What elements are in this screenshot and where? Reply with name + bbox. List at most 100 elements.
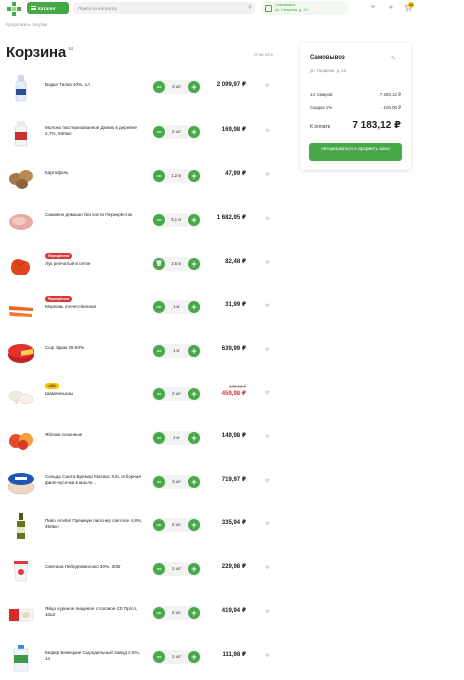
- user-icon[interactable]: ●: [387, 4, 395, 12]
- decrease-button[interactable]: −: [153, 126, 165, 138]
- product-name[interactable]: Молоко пастеризованное Домик в деревне 2…: [45, 125, 145, 137]
- quantity-value[interactable]: 2 шт: [165, 562, 188, 576]
- quantity-value[interactable]: 1,2 кг: [165, 169, 188, 183]
- heart-icon[interactable]: ♥: [265, 652, 270, 660]
- catalog-label: Каталог: [38, 5, 56, 11]
- product-name[interactable]: Водка Талка 40%, 1л: [45, 82, 145, 88]
- discount-tag: -10%: [45, 383, 59, 389]
- quantity-value[interactable]: 2,5 кг: [165, 257, 188, 271]
- decrease-button[interactable]: −: [153, 519, 165, 531]
- product-image[interactable]: [6, 206, 36, 236]
- heart-icon[interactable]: ♥: [265, 389, 270, 397]
- heart-icon[interactable]: ♥: [265, 215, 270, 223]
- decrease-button[interactable]: −: [153, 651, 165, 663]
- decrease-button[interactable]: −: [153, 607, 165, 619]
- product-image[interactable]: [6, 337, 36, 367]
- heart-icon[interactable]: ♥: [265, 433, 270, 441]
- breadcrumb[interactable]: продолжить покупки: [6, 22, 47, 27]
- quantity-value[interactable]: 6 шт: [165, 518, 188, 532]
- product-image[interactable]: [6, 511, 36, 541]
- promo-tag: Перекрёсток: [45, 253, 73, 259]
- decrease-button[interactable]: −: [153, 81, 165, 93]
- quantity-value[interactable]: 3 шт: [165, 80, 188, 94]
- item-price: 229,98 ₽: [221, 564, 246, 570]
- product-name[interactable]: Лук репчатый в сетке: [45, 261, 145, 267]
- product-name[interactable]: Сельдь Санта Бремор Матиас XXL отборная …: [45, 474, 145, 486]
- search-input[interactable]: Поиск по каталогу ⚲: [73, 2, 255, 14]
- product-image[interactable]: [6, 424, 36, 454]
- item-price: 419,94 ₽: [221, 608, 246, 614]
- product-image[interactable]: [6, 468, 36, 498]
- heart-icon[interactable]: ♥: [265, 520, 270, 528]
- item-price: 111,98 ₽: [222, 652, 246, 658]
- heart-icon[interactable]: ♥: [265, 477, 270, 485]
- quantity-value[interactable]: 6 шт: [165, 606, 188, 620]
- heart-icon[interactable]: ♥: [265, 564, 270, 572]
- product-name[interactable]: Морковь отечественная: [45, 304, 145, 310]
- product-image[interactable]: [6, 643, 36, 673]
- search-icon[interactable]: ⚲: [245, 5, 255, 11]
- logo-icon[interactable]: [6, 1, 22, 17]
- quantity-value[interactable]: 3 шт: [165, 475, 188, 489]
- product-image[interactable]: [6, 118, 36, 148]
- cart-item-count: 14: [68, 46, 74, 51]
- product-image[interactable]: [6, 250, 36, 280]
- product-name[interactable]: Яйцо куриное пищевое столовое С0 Пр/сл, …: [45, 606, 145, 618]
- quantity-value[interactable]: 2 кг: [165, 431, 188, 445]
- decrease-button[interactable]: −: [153, 214, 165, 226]
- trash-icon[interactable]: 🗑: [153, 258, 165, 270]
- decrease-button[interactable]: −: [153, 476, 165, 488]
- product-image[interactable]: [6, 555, 36, 585]
- cart-item: Картофель − 1,2 кг + 47,99 ₽ ♥: [0, 156, 280, 196]
- product-image[interactable]: [6, 73, 36, 103]
- quantity-value[interactable]: 2 шт: [165, 650, 188, 664]
- heart-icon[interactable]: ♥: [265, 82, 270, 90]
- heart-icon[interactable]: ♥: [265, 608, 270, 616]
- product-name[interactable]: Пиво Amstel Премиум пилснер светлое 4,8%…: [45, 518, 145, 530]
- quantity-value[interactable]: 5,1 кг: [165, 213, 188, 227]
- decrease-button[interactable]: −: [153, 388, 165, 400]
- edit-icon[interactable]: ✎: [391, 55, 396, 62]
- decrease-button[interactable]: −: [153, 432, 165, 444]
- decrease-button[interactable]: −: [153, 345, 165, 357]
- discount-value: - 100,00 ₽: [380, 105, 401, 110]
- cart-item: Сиамено домашн без кости Перекрёсток − 5…: [0, 200, 280, 240]
- item-price: 82,48 ₽: [225, 259, 246, 265]
- product-name[interactable]: Сиамено домашн без кости Перекрёсток: [45, 212, 145, 218]
- decrease-button[interactable]: −: [153, 563, 165, 575]
- catalog-button[interactable]: Каталог: [27, 2, 69, 14]
- product-image[interactable]: [6, 162, 36, 192]
- item-price: 1 682,95 ₽: [216, 215, 246, 221]
- product-name[interactable]: Яблоки сезонные: [45, 432, 145, 438]
- decrease-button[interactable]: −: [153, 301, 165, 313]
- product-name[interactable]: Шампиньоны: [45, 391, 145, 397]
- product-image[interactable]: [6, 599, 36, 629]
- product-name[interactable]: Кефир Бежецкие Сыродельный Завод 2,5%, 1…: [45, 650, 145, 662]
- heart-icon[interactable]: ♥: [265, 171, 270, 179]
- heart-icon[interactable]: ♥: [369, 4, 377, 12]
- item-price: 31,99 ₽: [225, 302, 246, 308]
- product-name[interactable]: Картофель: [45, 170, 145, 176]
- quantity-value[interactable]: 1 кг: [165, 344, 188, 358]
- item-price: 149,98 ₽: [221, 433, 246, 439]
- quantity-value[interactable]: 1 кг: [165, 300, 188, 314]
- quantity-value[interactable]: 2 шт: [165, 387, 188, 401]
- cart-item: -10% Шампиньоны − 2 шт + 509,98 ₽ 459,98…: [0, 374, 280, 414]
- clear-cart-link[interactable]: Очистить: [254, 52, 273, 57]
- product-image[interactable]: [6, 293, 36, 323]
- product-name[interactable]: Сметана Лебедянмолоко 20%, 300г: [45, 564, 145, 570]
- heart-icon[interactable]: ♥: [265, 302, 270, 310]
- checkout-button[interactable]: Авторизоваться и оформить заказ: [309, 143, 402, 161]
- heart-icon[interactable]: ♥: [265, 259, 270, 267]
- product-name[interactable]: Сыр Эдам 35-50%: [45, 345, 145, 351]
- product-image[interactable]: [6, 380, 36, 410]
- cart-item: Сельдь Санта Бремор Матиас XXL отборная …: [0, 462, 280, 502]
- cart-item: Перекрёсток Морковь отечественная − 1 кг…: [0, 287, 280, 327]
- item-price: 719,97 ₽: [221, 477, 246, 483]
- heart-icon[interactable]: ♥: [265, 346, 270, 354]
- quantity-value[interactable]: 2 шт: [165, 125, 188, 139]
- heart-icon[interactable]: ♥: [265, 127, 270, 135]
- cart-count-badge: 14: [408, 2, 414, 8]
- delivery-selector[interactable]: Самовывоз ул. Гагарина, д. 13: [262, 1, 348, 15]
- decrease-button[interactable]: −: [153, 170, 165, 182]
